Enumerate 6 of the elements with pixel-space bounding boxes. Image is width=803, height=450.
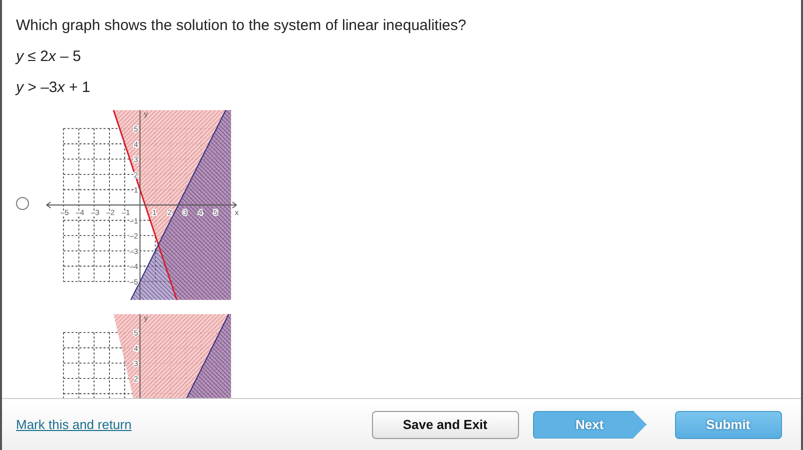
mark-and-return-link[interactable]: Mark this and return [16,414,132,434]
question-text: Which graph shows the solution to the system of linear inequalities? [16,16,468,36]
save-button[interactable]: Save and Exit [372,410,519,438]
radio-button[interactable] [16,196,29,210]
inequality: y > –3x + 1 [16,78,92,98]
inequality: y ≤ 2x – 5 [16,47,82,67]
